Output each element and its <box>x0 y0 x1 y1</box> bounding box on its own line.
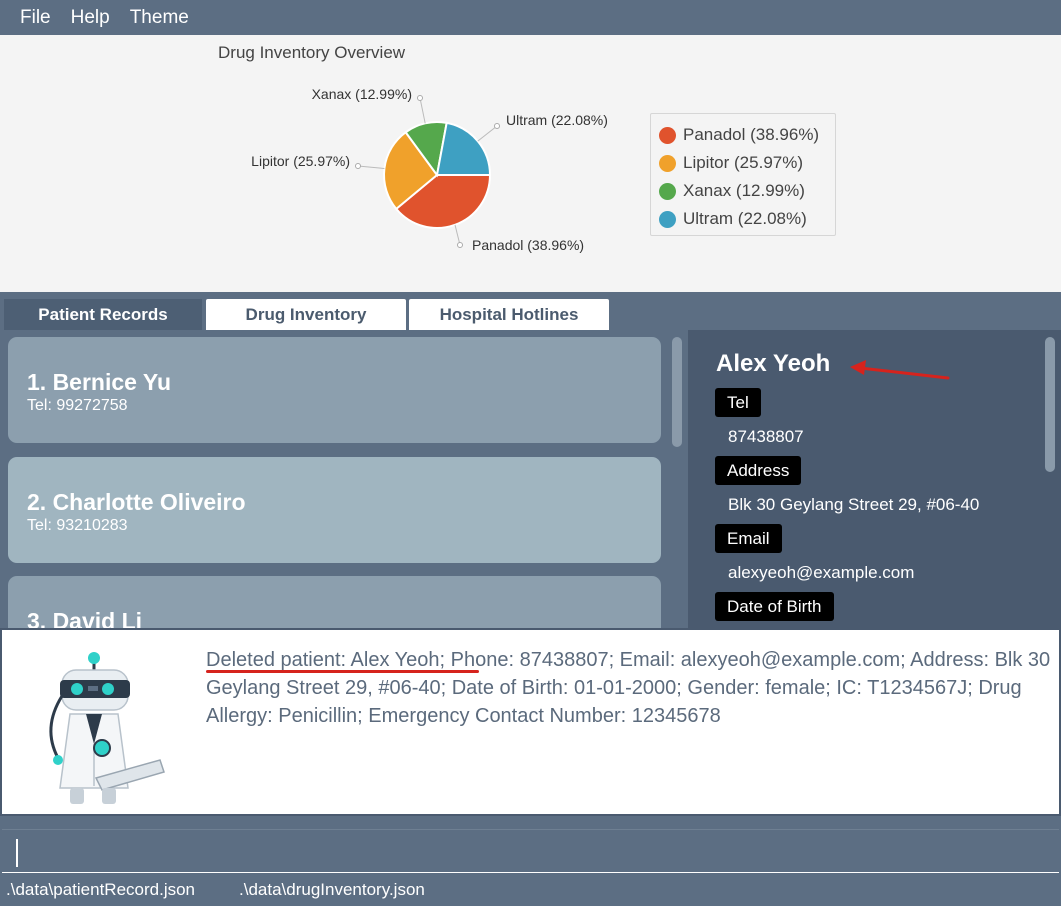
legend-swatch <box>659 154 676 172</box>
detail-patient-name: Alex Yeoh <box>716 350 831 377</box>
legend-item-ultram: Ultram (22.08%) <box>659 205 835 233</box>
patient-card[interactable]: 2. Charlotte Oliveiro Tel: 93210283 <box>8 457 661 563</box>
result-highlight-underline <box>206 670 479 673</box>
legend-label: Ultram (22.08%) <box>683 209 807 228</box>
pie-leader-dot <box>355 163 361 169</box>
menu-help[interactable]: Help <box>71 7 110 29</box>
tab-bar: Patient Records Drug Inventory Hospital … <box>0 292 1061 330</box>
tab-drug-inventory[interactable]: Drug Inventory <box>206 299 406 330</box>
pie-leader-dot <box>417 95 423 101</box>
pie-leader-dot <box>494 123 500 129</box>
legend-label: Xanax (12.99%) <box>683 181 805 200</box>
patient-list[interactable]: 1. Bernice Yu Tel: 99272758 2. Charlotte… <box>0 330 688 628</box>
legend-label: Lipitor (25.97%) <box>683 153 804 172</box>
patient-tel: Tel: 99272758 <box>27 397 128 414</box>
pie-slice-ultram <box>435 121 492 176</box>
address-value: Blk 30 Geylang Street 29, #06-40 <box>728 495 980 514</box>
patient-card[interactable]: 1. Bernice Yu Tel: 99272758 <box>8 337 661 443</box>
pie-leader-line <box>477 125 498 142</box>
pie-leader-dot <box>457 242 463 248</box>
detail-scrollbar[interactable] <box>1045 337 1055 472</box>
chart-panel: Drug Inventory Overview Panadol (38.96%)… <box>0 35 1061 292</box>
tab-hospital-hotlines[interactable]: Hospital Hotlines <box>409 299 609 330</box>
patient-name: 3. David Li <box>27 608 143 628</box>
robot-doctor-icon <box>49 652 165 804</box>
menu-bar: File Help Theme <box>0 0 1061 35</box>
legend-item-xanax: Xanax (12.99%) <box>659 177 835 205</box>
legend-swatch <box>659 182 676 200</box>
pie-label-panadol: Panadol (38.96%) <box>472 237 584 253</box>
pie-leader-line <box>454 224 461 246</box>
patient-tel: Tel: 93210283 <box>27 517 128 534</box>
legend-label: Panadol (38.96%) <box>683 125 820 144</box>
command-area <box>0 816 1061 874</box>
list-scrollbar[interactable] <box>672 337 682 447</box>
pie-leader-line <box>419 97 426 124</box>
result-display: Deleted patient: Alex Yeoh; Phone: 87438… <box>0 628 1061 816</box>
pie-leader-line <box>357 165 385 170</box>
annotation-arrow-icon <box>850 360 950 380</box>
result-message: Deleted patient: Alex Yeoh; Phone: 87438… <box>206 649 1051 727</box>
email-label: Email <box>715 524 782 553</box>
tab-patient-records[interactable]: Patient Records <box>4 299 202 330</box>
menu-theme[interactable]: Theme <box>130 7 189 29</box>
legend-item-lipitor: Lipitor (25.97%) <box>659 149 835 177</box>
legend-swatch <box>659 126 676 144</box>
tel-value: 87438807 <box>728 427 804 446</box>
email-value: alexyeoh@example.com <box>728 563 915 582</box>
legend-swatch <box>659 210 676 228</box>
dob-label: Date of Birth <box>715 592 834 621</box>
pie-label-xanax: Xanax (12.99%) <box>312 86 412 102</box>
patient-file-path: .\data\patientRecord.json <box>6 880 196 899</box>
legend-item-panadol: Panadol (38.96%) <box>659 121 835 149</box>
pie-label-ultram: Ultram (22.08%) <box>506 112 608 128</box>
drug-file-path: .\data\drugInventory.json <box>239 880 425 899</box>
command-input[interactable] <box>16 836 1046 868</box>
patient-card[interactable]: 3. David Li <box>8 576 661 628</box>
chart-legend: Panadol (38.96%) Lipitor (25.97%) Xanax (1… <box>650 113 836 236</box>
command-box[interactable] <box>2 829 1059 873</box>
address-label: Address <box>715 456 802 485</box>
menu-file[interactable]: File <box>20 7 51 29</box>
patient-detail-panel: Alex Yeoh Tel 87438807 Address Blk 30 Ge… <box>688 330 1061 628</box>
patient-name: 2. Charlotte Oliveiro <box>27 489 246 515</box>
patient-name: 1. Bernice Yu <box>27 369 172 395</box>
status-bar: .\data\patientRecord.json .\data\drugInv… <box>0 874 1061 906</box>
pie-label-lipitor: Lipitor (25.97%) <box>251 153 350 169</box>
tel-label: Tel <box>715 388 761 417</box>
pie-chart: Panadol (38.96%) Lipitor (25.97%) Xanax (1… <box>251 86 608 253</box>
